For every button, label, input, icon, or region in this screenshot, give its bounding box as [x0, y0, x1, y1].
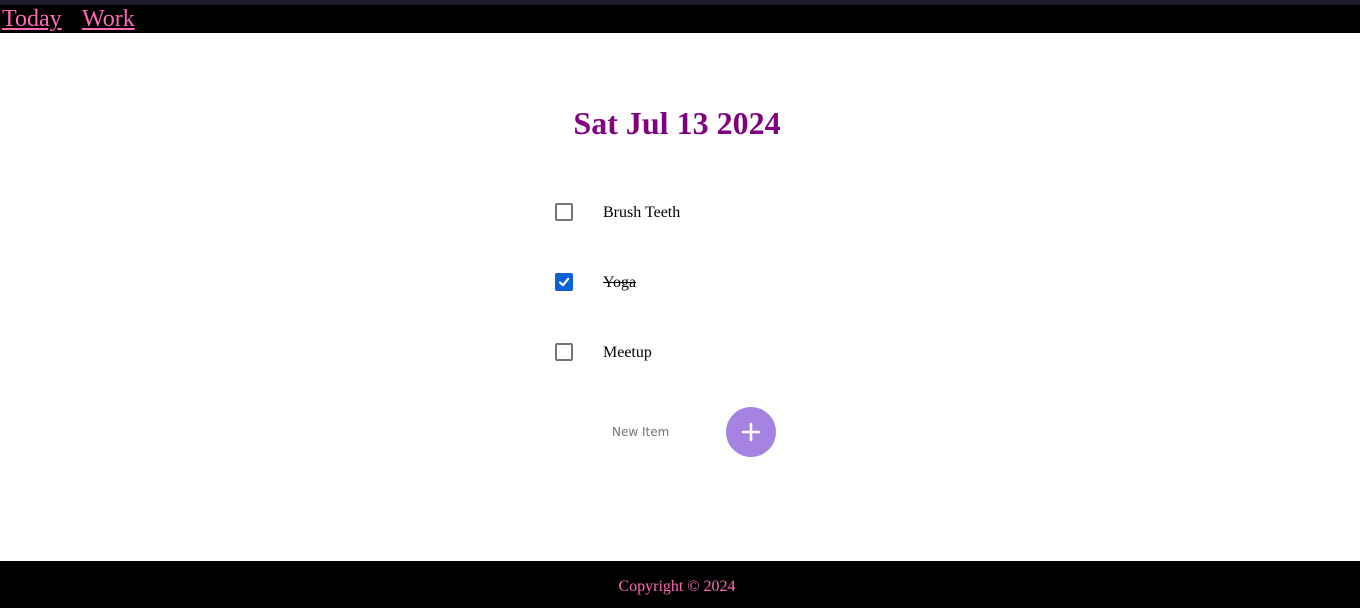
- task-checkbox[interactable]: [555, 203, 573, 221]
- add-item-button[interactable]: [726, 407, 776, 457]
- copyright-text: Copyright © 2024: [618, 578, 736, 595]
- task-label: Brush Teeth: [603, 204, 681, 221]
- nav-link-work[interactable]: Work: [82, 5, 135, 33]
- task-label: Meetup: [603, 344, 652, 361]
- list-item: Yoga: [555, 273, 855, 293]
- task-label: Yoga: [603, 274, 637, 291]
- new-item-input[interactable]: [604, 422, 714, 442]
- task-checkbox[interactable]: [555, 273, 573, 291]
- list-item: Brush Teeth: [555, 203, 855, 223]
- plus-icon: [741, 422, 761, 442]
- task-checkbox[interactable]: [555, 343, 573, 361]
- footer: Copyright © 2024: [0, 561, 1360, 608]
- checkmark-icon: [558, 277, 570, 287]
- navbar: Today Work: [0, 5, 1360, 33]
- page-title: Sat Jul 13 2024: [573, 105, 781, 141]
- nav-link-today[interactable]: Today: [2, 5, 62, 33]
- list-item: Meetup: [555, 343, 855, 363]
